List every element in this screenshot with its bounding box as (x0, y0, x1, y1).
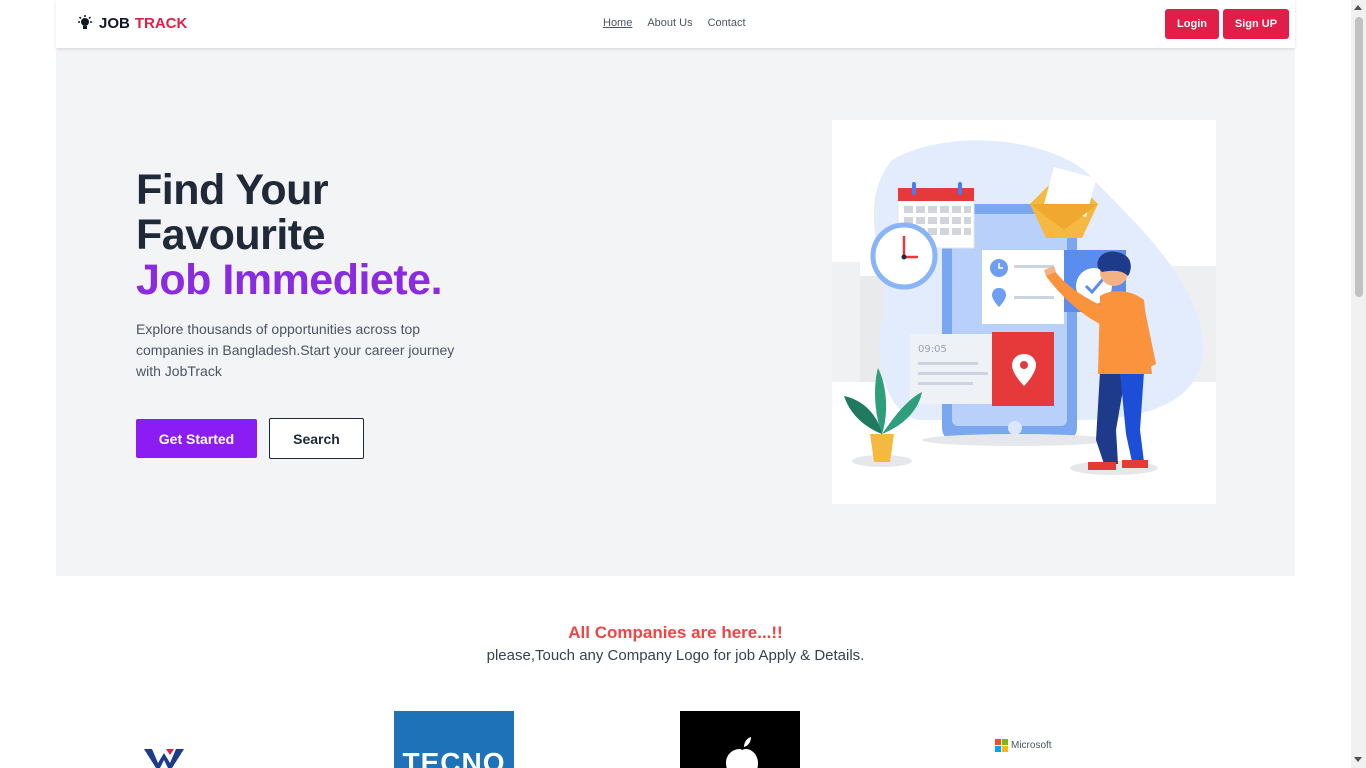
apple-icon (726, 737, 758, 768)
auth-actions: Login Sign UP (1165, 9, 1289, 39)
search-button[interactable]: Search (269, 418, 364, 459)
job-search-illustration: 09:05 (832, 140, 1216, 475)
main-nav: Home About Us Contact (603, 17, 746, 29)
brand-job-text: JOB (99, 14, 130, 32)
illustration-clock-text: 09:05 (918, 344, 947, 355)
nav-link-home[interactable]: Home (603, 17, 632, 29)
company-logo-tecno[interactable]: TECNO (394, 711, 514, 768)
company-logo-apple[interactable] (680, 711, 800, 768)
page-scrollbar[interactable] (1351, 0, 1366, 768)
scroll-up-icon[interactable] (1354, 5, 1362, 10)
login-button[interactable]: Login (1165, 9, 1219, 39)
companies-heading: All Companies are here...!! (568, 623, 783, 642)
company-logo-microsoft[interactable]: Microsoft (995, 737, 1065, 753)
scroll-down-icon[interactable] (1354, 757, 1362, 762)
tecno-logo-text: TECNO (402, 747, 506, 768)
microsoft-windows-icon (995, 738, 1008, 752)
lightbulb-icon (78, 15, 92, 29)
get-started-button[interactable]: Get Started (136, 419, 257, 458)
hero-title-accent: Job Immediete. (136, 256, 443, 304)
scrollbar-thumb[interactable] (1355, 17, 1363, 297)
nav-link-contact[interactable]: Contact (708, 17, 746, 29)
brand-logo[interactable]: JOB TRACK (76, 14, 187, 32)
hero-title-line2: Favourite (136, 211, 326, 259)
brand-track-text: TRACK (134, 14, 188, 32)
hero-title: Find Your Favourite Job Immediete. (136, 166, 443, 304)
nav-link-about[interactable]: About Us (647, 17, 692, 29)
hero-illustration: 09:05 (832, 120, 1216, 504)
top-navbar: JOB TRACK Home About Us Contact Login Si… (56, 0, 1295, 48)
hero-description: Explore thousands of opportunities acros… (136, 321, 455, 379)
companies-subheading: please,Touch any Company Logo for job Ap… (486, 647, 865, 664)
walton-logo (144, 749, 184, 768)
microsoft-logo-text: Microsoft (1011, 739, 1052, 751)
hero-title-line1: Find Your (136, 166, 329, 214)
hero-section: Find Your Favourite Job Immediete. Explo… (56, 48, 1295, 576)
company-logo-walton[interactable] (138, 745, 198, 768)
signup-button[interactable]: Sign UP (1223, 9, 1289, 39)
